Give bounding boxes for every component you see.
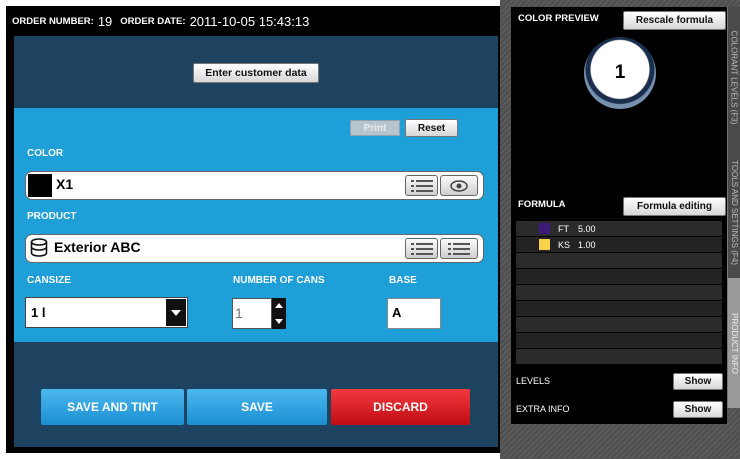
color-list-button[interactable] bbox=[405, 175, 438, 196]
chevron-down-icon bbox=[171, 309, 181, 316]
tab-colorant-levels-label: COLORANT LEVELS (F3) bbox=[729, 30, 739, 124]
save-and-tint-button[interactable]: SAVE AND TINT bbox=[41, 389, 184, 425]
number-of-cans-label: NUMBER OF CANS bbox=[233, 275, 325, 286]
cansize-label: CANSIZE bbox=[27, 275, 71, 286]
order-number: 19 bbox=[97, 13, 113, 29]
color-preview-title: COLOR PREVIEW bbox=[518, 13, 599, 24]
save-button[interactable]: SAVE bbox=[187, 389, 327, 425]
extra-info-label: EXTRA INFO bbox=[516, 404, 570, 414]
list-icon bbox=[410, 242, 433, 255]
color-value: X1 bbox=[56, 176, 74, 192]
formula-row-empty bbox=[516, 349, 722, 364]
formula-row-empty bbox=[516, 317, 722, 332]
order-number-label: ORDER NUMBER: bbox=[12, 15, 94, 27]
colorant-swatch bbox=[539, 239, 550, 250]
product-details-button[interactable] bbox=[440, 238, 478, 259]
order-date: 2011-10-05 15:43:13 bbox=[189, 13, 310, 29]
extra-info-show-button[interactable]: Show bbox=[673, 401, 723, 418]
formula-row: FT 5.00 bbox=[516, 221, 722, 236]
color-label: COLOR bbox=[27, 148, 64, 159]
formula-editing-button[interactable]: Formula editing bbox=[623, 197, 726, 216]
order-date-label: ORDER DATE: bbox=[120, 15, 186, 27]
base-value: A bbox=[392, 305, 402, 320]
formula-row-empty bbox=[516, 333, 722, 348]
colorant-amount: 1.00 bbox=[578, 239, 596, 250]
paint-can-icon bbox=[30, 238, 48, 263]
colorant-amount: 5.00 bbox=[578, 223, 596, 234]
formula-title: FORMULA bbox=[518, 199, 566, 210]
color-preview-button[interactable] bbox=[440, 175, 478, 196]
colorant-code: KS bbox=[558, 239, 571, 250]
order-header: ORDER NUMBER: 19 ORDER DATE: 2011-10-05 … bbox=[6, 6, 500, 36]
color-swatch bbox=[28, 174, 52, 197]
cansize-select[interactable] bbox=[25, 297, 188, 328]
reset-button[interactable]: Reset bbox=[405, 119, 458, 137]
levels-label: LEVELS bbox=[516, 376, 551, 386]
cansize-dropdown-button[interactable] bbox=[166, 299, 186, 326]
list-icon bbox=[410, 179, 433, 192]
step-callout: 1 bbox=[584, 37, 656, 109]
formula-row-empty bbox=[516, 253, 722, 268]
callout-number: 1 bbox=[614, 62, 626, 83]
formula-row-empty bbox=[516, 301, 722, 316]
stepper-arrows-icon[interactable] bbox=[272, 298, 286, 329]
formula-row-empty bbox=[516, 269, 722, 284]
eye-icon bbox=[450, 179, 468, 192]
levels-show-button[interactable]: Show bbox=[673, 373, 723, 390]
number-of-cans-value: 1 bbox=[235, 305, 243, 321]
tab-tools-and-settings-label: TOOLS AND SETTINGS (F4) bbox=[729, 160, 739, 265]
product-label: PRODUCT bbox=[27, 211, 77, 222]
cansize-value: 1 l bbox=[31, 305, 46, 320]
tab-colorant-levels[interactable]: COLORANT LEVELS (F3) bbox=[727, 7, 740, 147]
discard-button[interactable]: DISCARD bbox=[331, 389, 470, 425]
tab-product-info[interactable]: PRODUCT INFO bbox=[727, 278, 740, 408]
formula-row-empty bbox=[516, 285, 722, 300]
tab-tools-and-settings[interactable]: TOOLS AND SETTINGS (F4) bbox=[727, 147, 740, 278]
tab-product-info-label: PRODUCT INFO bbox=[729, 312, 739, 374]
colorant-swatch bbox=[539, 223, 550, 234]
product-value: Exterior ABC bbox=[54, 239, 141, 255]
base-label: BASE bbox=[389, 275, 417, 286]
enter-customer-data-button[interactable]: Enter customer data bbox=[193, 63, 319, 83]
colorant-code: FT bbox=[558, 223, 569, 234]
product-list-button[interactable] bbox=[405, 238, 438, 259]
print-button[interactable]: Print bbox=[350, 120, 400, 136]
list-icon bbox=[448, 242, 470, 255]
formula-row: KS 1.00 bbox=[516, 237, 722, 252]
rescale-formula-button[interactable]: Rescale formula bbox=[623, 11, 726, 30]
